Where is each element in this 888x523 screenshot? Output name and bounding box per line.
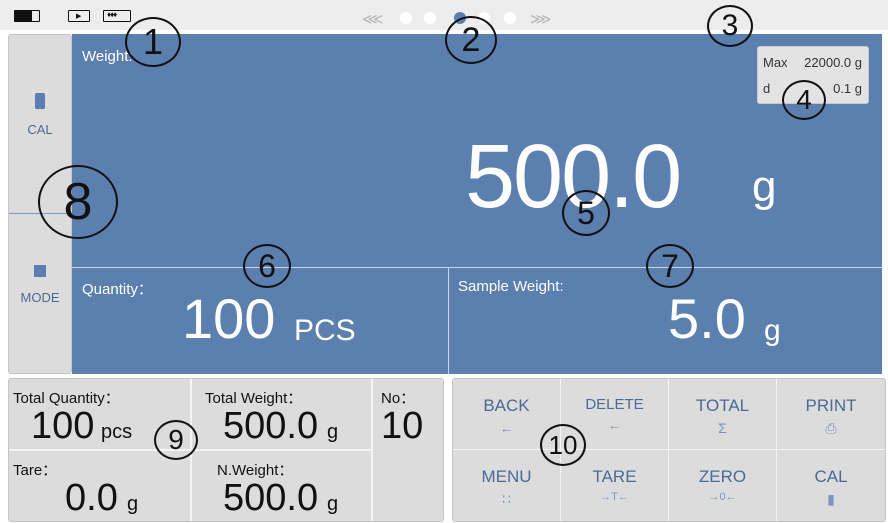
menu-button[interactable]: MENU ∷ — [453, 450, 561, 521]
calibration-weight-icon: ▮ — [827, 491, 835, 507]
tare-value: 0.0 — [65, 477, 118, 519]
callout-marker: 8 — [38, 165, 118, 239]
sample-weight-label: Sample Weight: — [458, 278, 564, 295]
callout-marker: 10 — [540, 424, 586, 466]
cal-side-button[interactable]: CAL — [9, 93, 71, 137]
mode-side-button[interactable]: MODE — [9, 265, 71, 305]
zero-button[interactable]: ZERO →0← — [669, 450, 777, 521]
callout-marker: 4 — [782, 80, 826, 120]
total-label: TOTAL — [695, 396, 750, 415]
cal-side-label: CAL — [27, 122, 53, 137]
previous-page-icon[interactable]: ⋘ — [362, 10, 383, 28]
callout-marker: 5 — [562, 190, 610, 236]
totals-panel: Total Quantity： 100 pcs Total Weight： 50… — [8, 378, 444, 522]
menu-label: MENU — [481, 467, 532, 486]
battery-icon — [14, 10, 40, 22]
zero-label: ZERO — [698, 467, 747, 486]
delete-label: DELETE — [585, 396, 644, 413]
tare-icon: →T← — [600, 491, 629, 503]
printer-icon: ⎙ — [825, 420, 837, 436]
record-number-value: 10 — [381, 405, 424, 447]
play-icon: ▶ — [68, 10, 90, 22]
callout-marker: 9 — [154, 420, 198, 460]
d-label: d — [763, 81, 771, 96]
total-weight-unit: g — [327, 421, 339, 443]
function-keypad: BACK ← DELETE ← TOTAL Σ PRINT ⎙ MENU ∷ T… — [452, 378, 886, 522]
quantity-label: Quantity： — [82, 281, 153, 298]
sample-weight-value: 5.0 — [668, 287, 746, 350]
callout-marker: 2 — [445, 16, 497, 64]
signal-icon: ♦♦♦ — [103, 10, 131, 22]
sigma-icon: Σ — [718, 420, 727, 436]
callout-marker: 3 — [707, 5, 753, 47]
d-value: 0.1 g — [833, 81, 862, 96]
net-weight-unit: g — [327, 493, 339, 515]
display-divider-vertical — [448, 268, 449, 374]
weight-label: Weight: — [82, 48, 133, 65]
next-page-icon[interactable]: ⋙ — [530, 10, 551, 28]
calibration-weight-icon — [35, 93, 45, 109]
total-button[interactable]: TOTAL Σ — [669, 379, 777, 450]
print-button[interactable]: PRINT ⎙ — [777, 379, 885, 450]
weight-display: Weight: Max 22000.0 g d 0.1 g 500.0 g Qu… — [72, 34, 882, 374]
max-value: 22000.0 g — [804, 55, 862, 70]
info-divider — [371, 379, 373, 521]
tare-key-label: TARE — [592, 467, 637, 486]
quantity-value: 100 — [182, 287, 276, 350]
page-dot[interactable] — [424, 12, 436, 24]
tare-label: Tare： — [13, 462, 58, 479]
callout-marker: 1 — [125, 17, 181, 67]
zero-icon: →0← — [708, 491, 737, 503]
cal-key-label: CAL — [814, 467, 848, 486]
net-weight-value: 500.0 — [223, 477, 319, 519]
print-label: PRINT — [805, 396, 857, 415]
page-dot[interactable] — [400, 12, 412, 24]
callout-marker: 7 — [646, 244, 694, 288]
total-quantity-value: 100 — [31, 405, 95, 447]
page-dot[interactable] — [504, 12, 516, 24]
back-label: BACK — [483, 396, 530, 415]
quantity-unit: PCS — [294, 314, 356, 347]
callout-marker: 6 — [243, 244, 291, 288]
sample-weight-unit: g — [764, 314, 781, 347]
cal-button[interactable]: CAL ▮ — [777, 450, 885, 521]
total-quantity-unit: pcs — [101, 421, 133, 443]
display-divider-horizontal — [72, 267, 882, 268]
max-label: Max — [763, 55, 788, 70]
total-weight-value: 500.0 — [223, 405, 319, 447]
weight-unit: g — [752, 162, 777, 211]
menu-grid-icon: ∷ — [502, 491, 511, 507]
mode-icon — [34, 265, 46, 277]
mode-side-label: MODE — [20, 290, 60, 305]
tare-unit: g — [127, 493, 139, 515]
